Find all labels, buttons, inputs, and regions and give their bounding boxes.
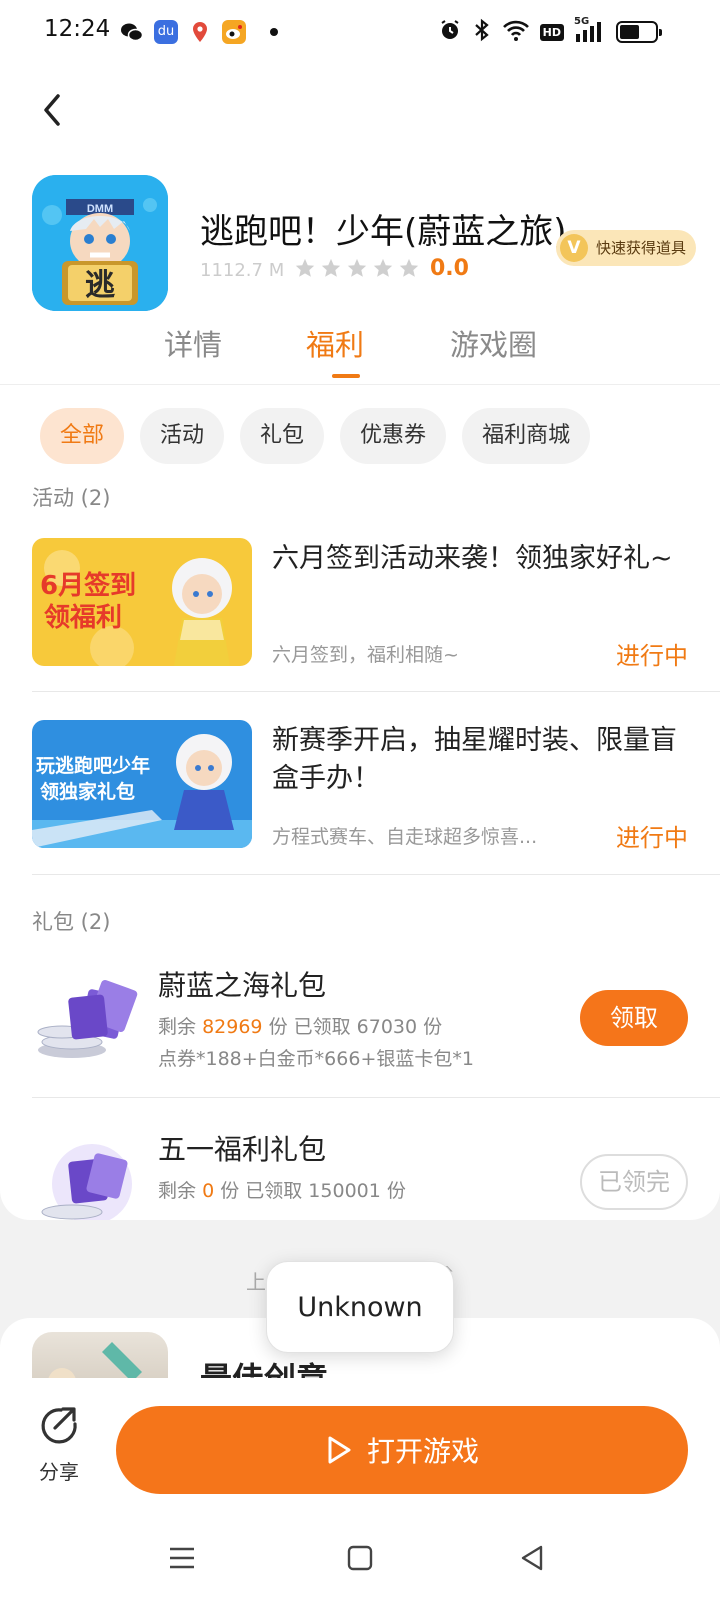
activity-status: 进行中 bbox=[616, 642, 688, 670]
gift-item: 蔚蓝之海礼包 剩余 82969 份 已领取 67030 份 点券*188+白金币… bbox=[32, 964, 688, 1104]
star-icon bbox=[347, 258, 367, 277]
alarm-icon bbox=[438, 18, 462, 46]
gift-image bbox=[32, 970, 140, 1070]
star-icon bbox=[399, 258, 419, 277]
main-card: DMM 逃 逃跑吧！少年(蔚蓝之旅) 1112.7 M 0.0 V 快速获得道具… bbox=[0, 64, 720, 1220]
bottom-action-bar: 分享 打开游戏 bbox=[0, 1378, 720, 1506]
gift-unit: 份 bbox=[220, 1180, 240, 1202]
signal-icon: 5G bbox=[574, 16, 606, 44]
gift-image bbox=[32, 1134, 140, 1220]
filter-activities[interactable]: 活动 bbox=[140, 408, 225, 464]
activity-image: 6月签到 领福利 bbox=[32, 538, 252, 666]
status-time: 12:24 bbox=[44, 16, 111, 42]
notification-dot bbox=[270, 28, 278, 36]
menu-icon[interactable] bbox=[166, 1542, 198, 1574]
hd-icon: HD bbox=[539, 23, 564, 41]
tab-game-circle[interactable]: 游戏圈 bbox=[450, 322, 537, 364]
play-icon bbox=[328, 1436, 351, 1464]
activity-image-text-1: 6月签到 bbox=[40, 570, 136, 601]
share-label: 分享 bbox=[39, 1460, 79, 1484]
home-icon[interactable] bbox=[344, 1542, 376, 1574]
filter-gifts[interactable]: 礼包 bbox=[240, 408, 325, 464]
claim-button[interactable]: 领取 bbox=[580, 990, 688, 1046]
fast-items-label: 快速获得道具 bbox=[596, 239, 687, 257]
open-game-button[interactable]: 打开游戏 bbox=[116, 1406, 688, 1494]
more-hint-text: 上 bbox=[246, 1270, 266, 1294]
wifi-icon bbox=[502, 18, 530, 46]
related-game-title: 最佳创意 bbox=[200, 1354, 328, 1378]
activity-title: 新赛季开启，抽星耀时装、限量盲盒手办！ bbox=[272, 725, 677, 794]
divider bbox=[32, 1097, 720, 1098]
activity-subtitle: 方程式赛车、自走球超多惊喜... bbox=[272, 826, 538, 848]
back-button[interactable] bbox=[34, 90, 74, 130]
filter-mall[interactable]: 福利商城 bbox=[462, 408, 591, 464]
star-icon bbox=[295, 258, 315, 277]
divider bbox=[32, 691, 720, 692]
activity-item[interactable]: 玩逃跑吧少年 领独家礼包 新赛季开启，抽星耀时装、限量盲盒手办！ 方程式赛车、自… bbox=[32, 720, 720, 900]
fast-items-badge[interactable]: V 快速获得道具 bbox=[556, 230, 697, 266]
gift-remaining-label: 剩余 bbox=[158, 1180, 197, 1202]
tab-benefits[interactable]: 福利 bbox=[306, 322, 364, 364]
baidu-icon: du bbox=[154, 20, 178, 44]
filter-all[interactable]: 全部 bbox=[40, 408, 125, 464]
gift-remaining: 82969 bbox=[202, 1016, 263, 1038]
tooltip: Unknown bbox=[266, 1261, 454, 1353]
battery-fill bbox=[620, 25, 639, 39]
star-icon bbox=[321, 258, 341, 277]
gift-count: 剩余 0 份 已领取 150001 份 bbox=[158, 1176, 406, 1203]
gift-count: 剩余 82969 份 已领取 67030 份 bbox=[158, 1012, 442, 1039]
star-rating bbox=[294, 257, 420, 279]
claimed-out-button[interactable]: 已领完 bbox=[580, 1154, 688, 1210]
weibo-icon bbox=[222, 20, 246, 44]
gift-title: 蔚蓝之海礼包 bbox=[158, 969, 327, 1002]
gifts-section-title: 礼包 (2) bbox=[32, 910, 111, 934]
activity-title: 六月签到活动来袭！领独家好礼~ bbox=[272, 543, 673, 574]
star-icon bbox=[373, 258, 393, 277]
activities-section-title: 活动 (2) bbox=[32, 486, 111, 510]
activity-image-text-2: 领独家礼包 bbox=[40, 780, 135, 803]
rating-value: 0.0 bbox=[430, 256, 469, 281]
chevron-left-icon bbox=[44, 94, 60, 126]
share-icon bbox=[41, 1407, 77, 1444]
wechat-icon bbox=[120, 20, 144, 44]
game-size: 1112.7 M bbox=[200, 260, 285, 281]
gift-remaining-label: 剩余 bbox=[158, 1016, 197, 1038]
game-icon: DMM 逃 bbox=[32, 175, 168, 311]
gift-title: 五一福利礼包 bbox=[158, 1133, 327, 1166]
open-game-label: 打开游戏 bbox=[366, 1435, 479, 1468]
activity-subtitle: 六月签到，福利相随~ bbox=[272, 644, 459, 666]
activity-image-text-2: 领福利 bbox=[44, 602, 122, 633]
filter-chips: 全部 活动 礼包 优惠券 福利商城 bbox=[40, 408, 591, 464]
share-button[interactable]: 分享 bbox=[34, 1404, 84, 1485]
tabs: 详情 福利 游戏圈 bbox=[0, 322, 720, 378]
gift-claimed: 已领取 150001 份 bbox=[245, 1180, 406, 1202]
gift-unit: 份 bbox=[268, 1016, 288, 1038]
divider bbox=[32, 874, 720, 875]
bluetooth-icon bbox=[472, 18, 492, 46]
tab-details[interactable]: 详情 bbox=[164, 322, 222, 364]
status-bar: 12:24 du HD 5G bbox=[0, 0, 720, 64]
gift-claimed: 已领取 67030 份 bbox=[293, 1016, 443, 1038]
activity-image: 玩逃跑吧少年 领独家礼包 bbox=[32, 720, 252, 848]
back-nav-icon[interactable] bbox=[516, 1542, 548, 1574]
gift-content: 点券*188+白金币*666+银蓝卡包*1 bbox=[158, 1048, 474, 1070]
game-icon-text: 逃 bbox=[85, 268, 115, 303]
game-title: 逃跑吧！少年(蔚蓝之旅) bbox=[200, 212, 567, 252]
active-tab-indicator bbox=[332, 374, 360, 378]
related-game-image bbox=[32, 1332, 168, 1378]
activity-status: 进行中 bbox=[616, 824, 688, 852]
status-right: HD 5G bbox=[438, 16, 662, 46]
filter-coupons[interactable]: 优惠券 bbox=[340, 408, 447, 464]
battery-icon bbox=[616, 21, 662, 43]
system-nav-bar bbox=[0, 1506, 720, 1612]
activity-image-text-1: 玩逃跑吧少年 bbox=[36, 754, 150, 777]
map-pin-icon bbox=[188, 20, 212, 44]
v-badge-icon: V bbox=[560, 234, 588, 262]
gift-item: 五一福利礼包 剩余 0 份 已领取 150001 份 已领完 bbox=[32, 1128, 688, 1220]
tabs-divider bbox=[0, 384, 720, 385]
gift-remaining: 0 bbox=[202, 1180, 215, 1202]
